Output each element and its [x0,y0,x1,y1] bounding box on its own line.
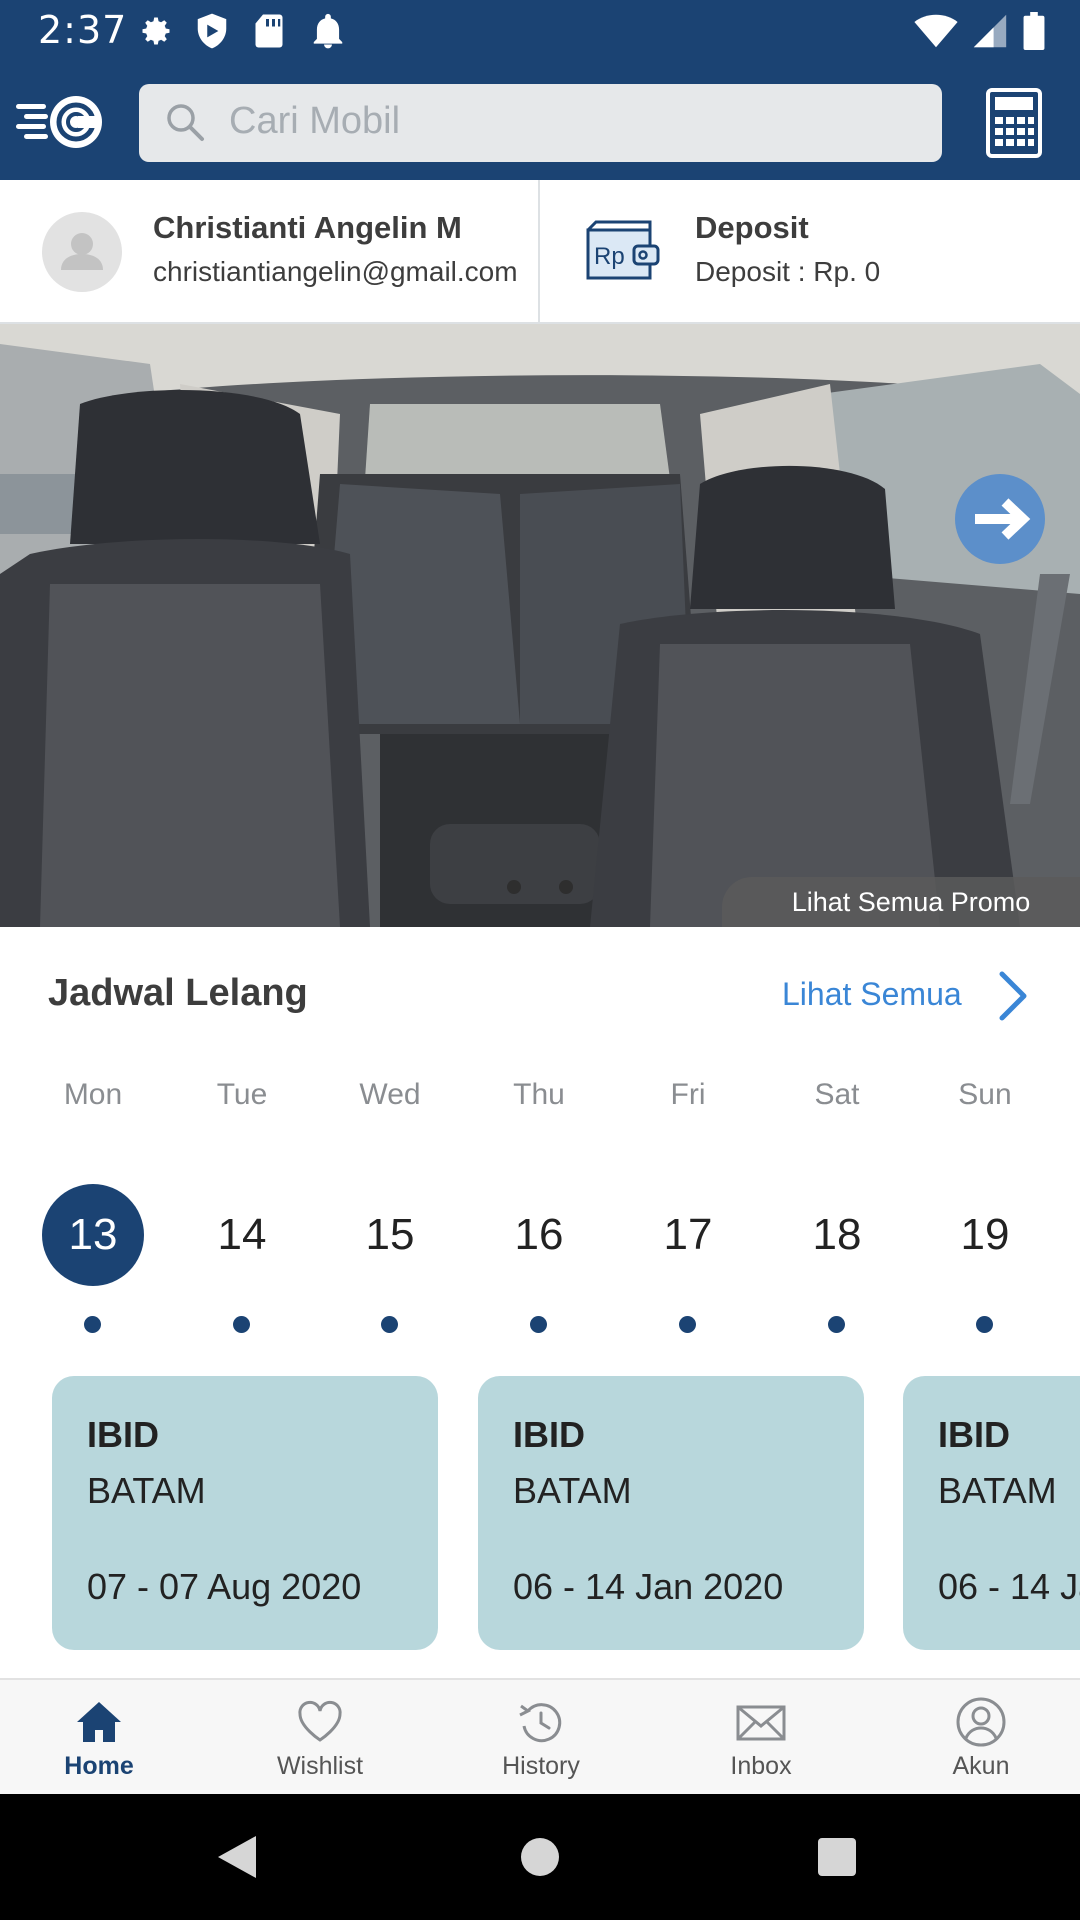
auction-organizer: IBID [87,1414,159,1455]
nav-label: Home [64,1752,134,1780]
event-indicator [381,1316,398,1333]
weekday-label: Thu [513,1078,565,1111]
weekday-label: Sat [814,1078,860,1111]
nav-label: Wishlist [276,1752,364,1780]
nav-account[interactable]: Akun [873,1680,1080,1796]
auction-dates: 06 - 14 Jan 2020 [938,1566,1080,1607]
nav-label: History [502,1752,580,1780]
battery-icon [1022,12,1046,54]
weekday-label: Tue [216,1078,268,1111]
nav-home[interactable]: Home [0,1680,207,1796]
calculator-icon[interactable] [986,88,1042,158]
wifi-icon [914,13,958,53]
section-title: Jadwal Lelang [48,972,308,1014]
signal-icon [972,13,1008,53]
status-time: 2:37 [38,8,128,52]
deposit-title: Deposit [695,210,809,245]
promo-banner[interactable]: Lihat Semua Promo [0,324,1080,927]
auction-dates: 07 - 07 Aug 2020 [87,1566,362,1607]
shield-icon [196,12,232,50]
deposit-value: Deposit : Rp. 0 [695,256,881,287]
weekday-label: Sun [958,1078,1012,1111]
date-item[interactable]: 16 [488,1184,590,1286]
nav-label: Inbox [730,1752,792,1780]
mail-icon [735,1696,787,1748]
event-indicator [233,1316,250,1333]
auction-organizer: IBID [938,1414,1010,1455]
bell-icon [312,12,348,50]
bottom-navigation: Home Wishlist History Inbox Akun [0,1678,1080,1794]
event-indicator [84,1316,101,1333]
weekday-label: Fri [670,1078,706,1111]
event-indicator [530,1316,547,1333]
date-item[interactable]: 18 [786,1184,888,1286]
app-logo-icon[interactable] [14,90,106,154]
date-item[interactable]: 19 [934,1184,1036,1286]
search-placeholder: Cari Mobil [229,100,401,142]
see-all-link[interactable]: Lihat Semua [782,976,962,1013]
car-interior-photo [0,324,1080,927]
wallet-icon-text: Rp [594,243,625,270]
gear-icon [138,12,174,50]
heart-icon [294,1696,346,1748]
account-icon [955,1696,1007,1748]
event-indicator [679,1316,696,1333]
auction-card[interactable]: IBID BATAM 06 - 14 Jan 2020 [478,1376,864,1650]
status-bar: 2:37 [0,0,1080,62]
nav-wishlist[interactable]: Wishlist [212,1680,428,1796]
auction-organizer: IBID [513,1414,585,1455]
date-item[interactable]: 17 [637,1184,739,1286]
event-indicator [828,1316,845,1333]
status-icons-right [914,12,1046,54]
weekday-label: Wed [359,1078,421,1111]
avatar[interactable] [42,212,122,292]
recent-apps-icon[interactable] [818,1838,856,1876]
date-item[interactable]: 15 [339,1184,441,1286]
carousel-dot[interactable] [507,880,521,894]
date-item[interactable]: 14 [191,1184,293,1286]
status-icons-left [138,12,348,50]
carousel-dot[interactable] [559,880,573,894]
system-navigation-bar [0,1794,1080,1920]
auction-card[interactable]: IBID BATAM 06 - 14 Jan 2020 [903,1376,1080,1650]
date-selected[interactable]: 13 [42,1184,144,1286]
home-icon [73,1696,125,1748]
search-input[interactable]: Cari Mobil [139,84,942,162]
weekday-label: Mon [63,1078,123,1111]
nav-label: Akun [952,1752,1010,1780]
nav-inbox[interactable]: Inbox [653,1680,869,1796]
history-icon [515,1696,567,1748]
auction-city: BATAM [513,1470,632,1511]
auction-city: BATAM [87,1470,206,1511]
search-icon [165,102,205,142]
auction-city: BATAM [938,1470,1057,1511]
weekday-row: Mon Tue Wed Thu Fri Sat Sun [0,1078,1080,1118]
nav-history[interactable]: History [433,1680,649,1796]
user-email: christiantiangelin@gmail.com [153,256,518,287]
user-info-row: Christianti Angelin M christiantiangelin… [0,180,1080,324]
sd-card-icon [254,12,290,50]
back-icon[interactable] [214,1834,258,1884]
auction-card[interactable]: IBID BATAM 07 - 07 Aug 2020 [52,1376,438,1650]
app-bar: Cari Mobil [0,62,1080,180]
user-name: Christianti Angelin M [153,210,462,245]
auction-dates: 06 - 14 Jan 2020 [513,1566,784,1607]
home-button-icon[interactable] [521,1838,559,1876]
chevron-right-icon[interactable] [996,970,1030,1022]
divider [538,180,540,324]
event-indicator [976,1316,993,1333]
wallet-icon[interactable]: Rp [582,210,662,290]
see-all-promo-button[interactable]: Lihat Semua Promo [722,877,1080,927]
